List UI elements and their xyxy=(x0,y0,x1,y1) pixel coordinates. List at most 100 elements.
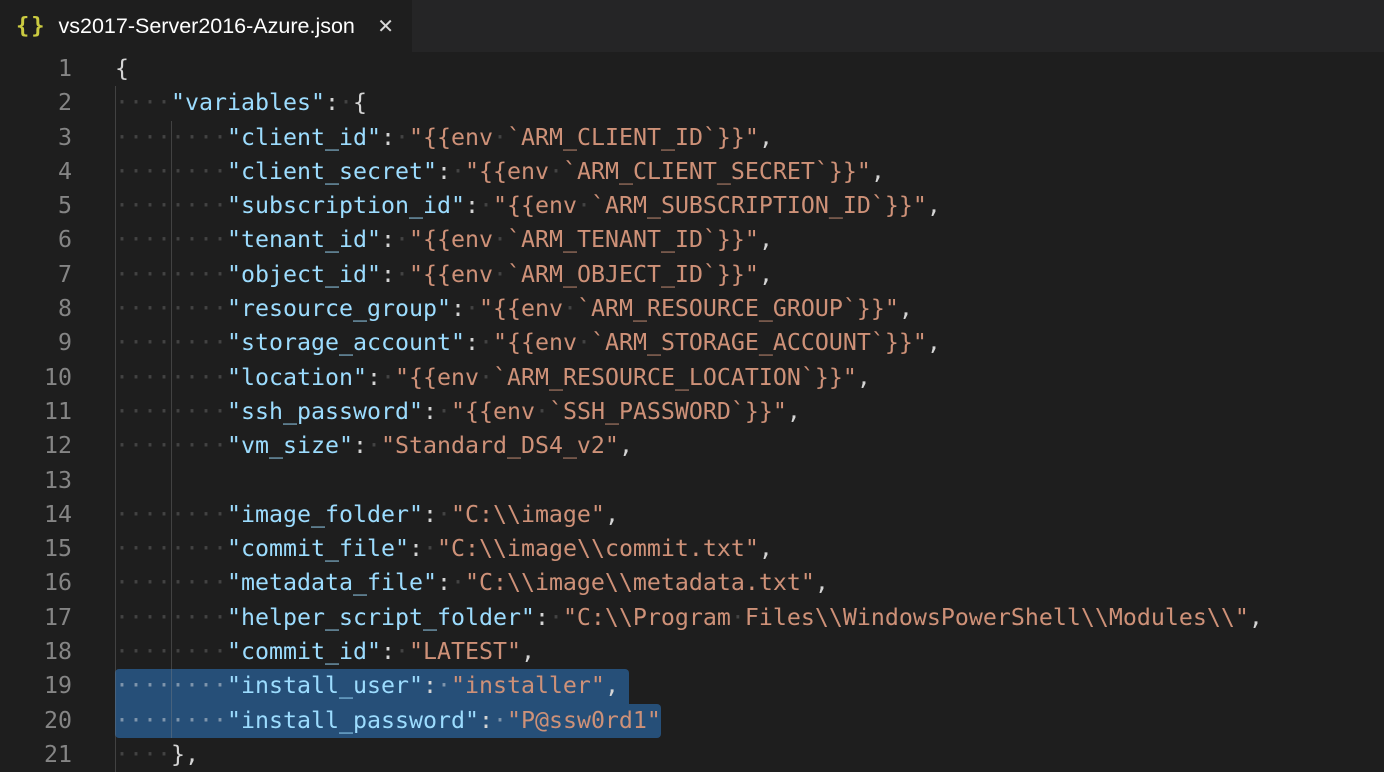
line-content: ········"image_folder":·"C:\\image", xyxy=(115,498,619,532)
code-token: : xyxy=(381,261,395,288)
code-token: · xyxy=(437,398,451,425)
code-line[interactable]: 1{ xyxy=(0,52,1384,86)
line-number: 11 xyxy=(0,395,72,429)
code-token: , xyxy=(605,501,619,528)
close-tab-icon[interactable]: ✕ xyxy=(373,12,398,41)
code-token: }, xyxy=(171,741,199,768)
code-line[interactable]: 9········"storage_account":·"{{env·`ARM_… xyxy=(0,326,1384,360)
code-token: · xyxy=(535,398,549,425)
code-token: , xyxy=(857,364,871,391)
code-token: , xyxy=(927,329,941,356)
line-number: 12 xyxy=(0,429,72,463)
code-token: "{{env xyxy=(451,398,535,425)
code-token: · xyxy=(563,295,577,322)
code-token: `SSH_PASSWORD`}}" xyxy=(549,398,787,425)
code-line[interactable]: 21····}, xyxy=(0,738,1384,772)
code-token: · xyxy=(437,672,451,699)
code-token: "ssh_password" xyxy=(227,398,423,425)
line-content: ········"commit_id":·"LATEST", xyxy=(115,635,535,669)
code-token: , xyxy=(759,226,773,253)
code-area: 1{2····"variables":·{3········"client_id… xyxy=(0,52,1384,772)
code-token: "C:\\image" xyxy=(451,501,605,528)
code-line[interactable]: 2····"variables":·{ xyxy=(0,86,1384,120)
code-token: "{{env xyxy=(493,329,577,356)
line-content: ········"subscription_id":·"{{env·`ARM_S… xyxy=(115,189,941,223)
code-token: "commit_file" xyxy=(227,535,409,562)
code-line[interactable]: 16········"metadata_file":·"C:\\image\\m… xyxy=(0,566,1384,600)
code-token: · xyxy=(367,432,381,459)
indent-guide-level1 xyxy=(115,86,116,772)
code-token: · xyxy=(423,535,437,562)
line-number: 8 xyxy=(0,292,72,326)
line-number: 4 xyxy=(0,155,72,189)
code-line[interactable]: 10········"location":·"{{env·`ARM_RESOUR… xyxy=(0,361,1384,395)
code-token: : xyxy=(437,569,451,596)
code-token: `ARM_CLIENT_SECRET`}}" xyxy=(563,158,871,185)
code-token: "tenant_id" xyxy=(227,226,381,253)
line-content-selected: ········"install_password":·"P@ssw0rd1" xyxy=(115,704,661,738)
code-token: : xyxy=(479,707,493,734)
code-line[interactable]: 18········"commit_id":·"LATEST", xyxy=(0,635,1384,669)
line-number: 1 xyxy=(0,52,72,86)
code-line[interactable]: 15········"commit_file":·"C:\\image\\com… xyxy=(0,532,1384,566)
code-line[interactable]: 11········"ssh_password":·"{{env·`SSH_PA… xyxy=(0,395,1384,429)
code-token: · xyxy=(451,158,465,185)
code-token: · xyxy=(577,192,591,219)
code-token: : xyxy=(381,226,395,253)
code-token: "{{env xyxy=(409,261,493,288)
line-number: 13 xyxy=(0,464,72,498)
code-token: · xyxy=(381,364,395,391)
code-line[interactable]: 12········"vm_size":·"Standard_DS4_v2", xyxy=(0,429,1384,463)
code-editor[interactable]: 1{2····"variables":·{3········"client_id… xyxy=(0,52,1384,772)
tab-active-json-file[interactable]: {} vs2017-Server2016-Azure.json ✕ xyxy=(0,0,412,52)
code-token: · xyxy=(437,501,451,528)
code-line[interactable]: 14········"image_folder":·"C:\\image", xyxy=(0,498,1384,532)
code-token: "C:\\image\\metadata.txt" xyxy=(465,569,815,596)
code-token: , xyxy=(605,672,619,699)
code-token: , xyxy=(619,432,633,459)
line-number: 20 xyxy=(0,704,72,738)
code-line[interactable]: 6········"tenant_id":·"{{env·`ARM_TENANT… xyxy=(0,223,1384,257)
line-content: ········"location":·"{{env·`ARM_RESOURCE… xyxy=(115,361,871,395)
code-line[interactable]: 3········"client_id":·"{{env·`ARM_CLIENT… xyxy=(0,121,1384,155)
line-number: 7 xyxy=(0,258,72,292)
code-token: : xyxy=(451,295,465,322)
code-token: , xyxy=(1249,604,1263,631)
line-number: 9 xyxy=(0,326,72,360)
code-token: · xyxy=(451,569,465,596)
code-token: "location" xyxy=(227,364,367,391)
code-token: `ARM_TENANT_ID`}}" xyxy=(507,226,759,253)
code-token: : xyxy=(465,192,479,219)
code-token: · xyxy=(479,329,493,356)
code-token: { xyxy=(353,89,367,116)
code-line[interactable]: 4········"client_secret":·"{{env·`ARM_CL… xyxy=(0,155,1384,189)
code-token: , xyxy=(759,124,773,151)
code-token: "{{env xyxy=(493,192,577,219)
code-line[interactable]: 20 ········"install_password":·"P@ssw0rd1… xyxy=(0,704,1384,738)
code-token: "storage_account" xyxy=(227,329,465,356)
code-line[interactable]: 8········"resource_group":·"{{env·`ARM_R… xyxy=(0,292,1384,326)
code-token: · xyxy=(465,295,479,322)
code-token: : xyxy=(381,124,395,151)
code-token: "installer" xyxy=(451,672,605,699)
code-line[interactable]: 19········"install_user":·"installer", xyxy=(0,669,1384,703)
code-token: , xyxy=(521,638,535,665)
code-token: , xyxy=(871,158,885,185)
code-token: : xyxy=(409,535,423,562)
tab-title: vs2017-Server2016-Azure.json xyxy=(59,14,355,39)
line-content: { xyxy=(115,52,129,86)
code-token: : xyxy=(423,672,437,699)
code-token: , xyxy=(899,295,913,322)
code-line[interactable]: 17········"helper_script_folder":·"C:\\P… xyxy=(0,601,1384,635)
code-line[interactable]: 13 xyxy=(0,464,1384,498)
code-line[interactable]: 5········"subscription_id":·"{{env·`ARM_… xyxy=(0,189,1384,223)
code-token: `ARM_SUBSCRIPTION_ID`}}" xyxy=(591,192,927,219)
code-line[interactable]: 7········"object_id":·"{{env·`ARM_OBJECT… xyxy=(0,258,1384,292)
code-token: : xyxy=(325,89,339,116)
line-content: ········"metadata_file":·"C:\\image\\met… xyxy=(115,566,829,600)
line-number: 17 xyxy=(0,601,72,635)
code-token: , xyxy=(787,398,801,425)
code-token: · xyxy=(479,364,493,391)
code-token: `ARM_CLIENT_ID`}}" xyxy=(507,124,759,151)
code-token: "{{env xyxy=(479,295,563,322)
